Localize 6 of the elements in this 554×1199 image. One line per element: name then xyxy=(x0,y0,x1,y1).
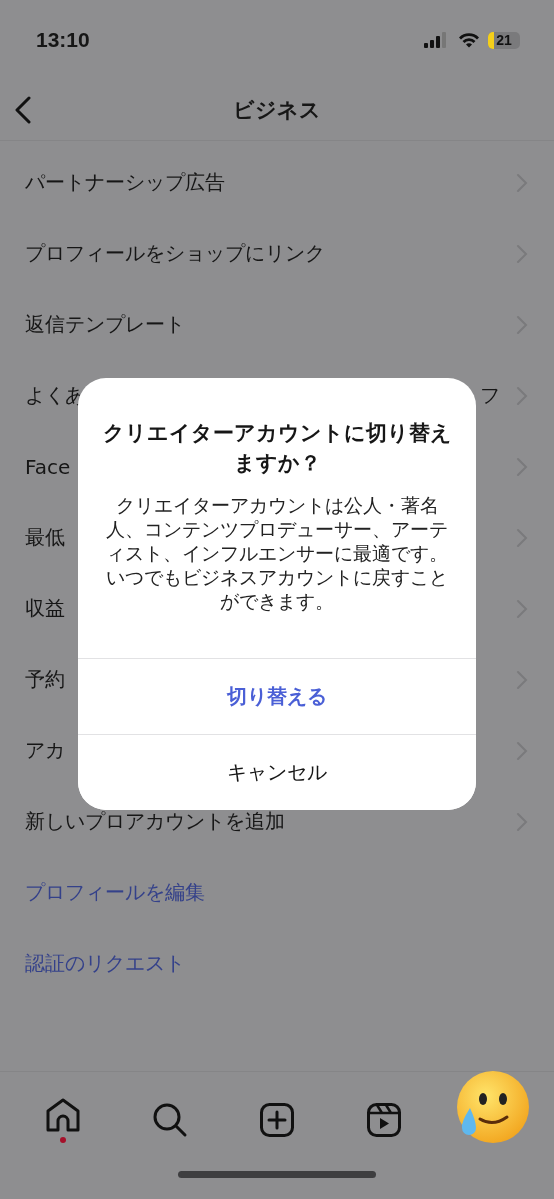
dialog-title: クリエイターアカウントに切り替えますか？ xyxy=(101,420,453,477)
page-title: ビジネス xyxy=(233,97,321,124)
battery-percentage: 21 xyxy=(496,32,512,48)
dialog-message: クリエイターアカウントは公人・著名人、コンテンツプロデューサー、アーティスト、インフルエンサーに最適です。いつでもビジネスアカウントに戻すことができます。 xyxy=(105,494,449,614)
status-time: 13:10 xyxy=(36,28,90,52)
settings-item-fragment: フ xyxy=(480,382,500,409)
